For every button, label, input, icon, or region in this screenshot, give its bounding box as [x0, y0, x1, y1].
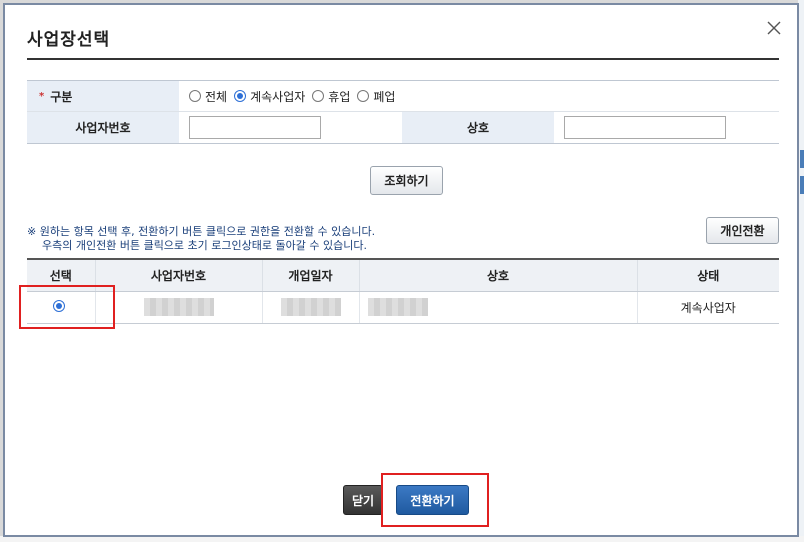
type-radio-group: 전체 계속사업자 휴업 폐업 — [179, 81, 402, 111]
redacted-company — [367, 298, 428, 316]
notice-line-2: 우측의 개인전환 버튼 클릭으로 초기 로그인상태로 돌아갈 수 있습니다. — [42, 239, 367, 252]
radio-closed-label: 폐업 — [373, 89, 396, 104]
background-mark — [800, 150, 804, 168]
search-form: * 구분 전체 계속사업자 휴업 폐업 사업자번호 상호 — [27, 80, 779, 144]
open-date-cell — [262, 291, 360, 324]
header-select: 선택 — [27, 259, 96, 292]
type-label: * 구분 — [27, 81, 179, 111]
notice-text: ※ 원하는 항목 선택 후, 전환하기 버튼 클릭으로 권한을 전환할 수 있습… — [27, 225, 375, 253]
biz-no-input[interactable] — [189, 116, 321, 139]
close-icon[interactable] — [765, 19, 783, 37]
company-cell — [359, 291, 638, 324]
status-cell: 계속사업자 — [637, 291, 779, 324]
type-label-text: 구분 — [50, 89, 73, 104]
header-biz-no: 사업자번호 — [95, 259, 263, 292]
required-mark: * — [39, 90, 45, 102]
radio-all-label: 전체 — [205, 89, 228, 104]
background-mark — [800, 176, 804, 194]
row-select-radio[interactable] — [52, 299, 65, 312]
radio-button[interactable] — [357, 90, 370, 102]
biz-no-row: 사업자번호 상호 — [27, 112, 779, 143]
switch-button[interactable]: 전환하기 — [396, 485, 469, 515]
title-divider — [27, 58, 779, 60]
radio-suspended[interactable]: 휴업 — [312, 88, 350, 105]
personal-switch-button[interactable]: 개인전환 — [706, 217, 779, 244]
radio-all[interactable]: 전체 — [189, 88, 227, 105]
radio-active[interactable]: 계속사업자 — [234, 88, 305, 105]
radio-suspended-label: 휴업 — [328, 89, 351, 104]
header-status: 상태 — [637, 259, 779, 292]
biz-no-label: 사업자번호 — [27, 112, 179, 143]
company-cell — [554, 112, 726, 143]
radio-active-label: 계속사업자 — [250, 89, 306, 104]
header-company: 상호 — [359, 259, 638, 292]
header-open-date: 개업일자 — [262, 259, 360, 292]
notice-line-1: ※ 원하는 항목 선택 후, 전환하기 버튼 클릭으로 권한을 전환할 수 있습… — [27, 225, 376, 238]
close-button[interactable]: 닫기 — [343, 485, 383, 515]
biz-no-cell — [179, 112, 402, 143]
company-input[interactable] — [564, 116, 726, 139]
company-label: 상호 — [402, 112, 554, 143]
redacted-biz-no — [143, 298, 214, 316]
biz-no-cell — [95, 291, 263, 324]
type-row: * 구분 전체 계속사업자 휴업 폐업 — [27, 81, 779, 112]
business-table: 선택 사업자번호 개업일자 상호 상태 계속사업자 — [27, 258, 779, 324]
search-button[interactable]: 조회하기 — [370, 166, 443, 195]
dialog-title: 사업장선택 — [27, 30, 111, 50]
radio-closed[interactable]: 폐업 — [357, 88, 395, 105]
table-row[interactable]: 계속사업자 — [27, 291, 779, 324]
business-select-dialog: 사업장선택 * 구분 전체 계속사업자 휴업 폐업 사업자번호 상호 조회하기 … — [3, 3, 799, 537]
redacted-open-date — [280, 298, 341, 316]
radio-button[interactable] — [312, 90, 325, 102]
select-cell[interactable] — [27, 291, 96, 324]
radio-button[interactable] — [189, 90, 201, 102]
table-header-row: 선택 사업자번호 개업일자 상호 상태 — [27, 259, 779, 292]
radio-button-checked[interactable] — [234, 90, 247, 102]
